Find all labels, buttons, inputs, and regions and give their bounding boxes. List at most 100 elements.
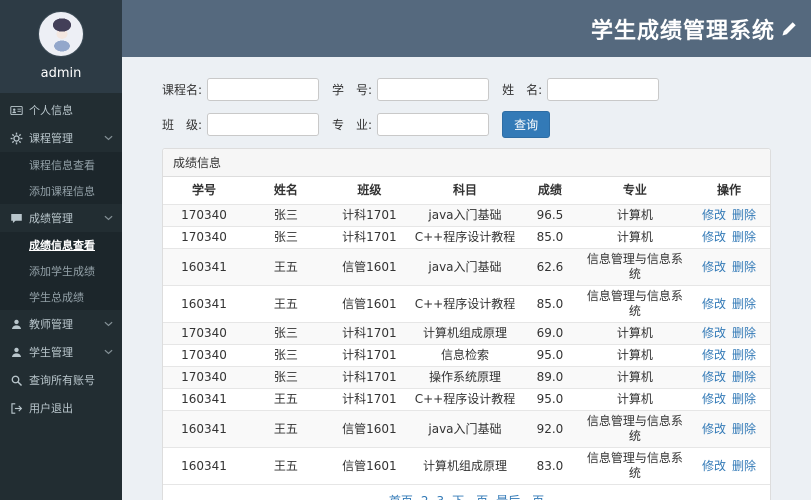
pagination-link[interactable]: 3 bbox=[436, 494, 444, 500]
table-cell-actions: 修改 删除 bbox=[688, 285, 770, 323]
table-row: 160341 王五 信管1601 java入门基础 92.0 信息管理与信息系统 修改 删除 bbox=[163, 410, 770, 448]
sidebar-item-logout[interactable]: 用户退出 bbox=[0, 394, 122, 422]
table-cell-actions: 修改 删除 bbox=[688, 410, 770, 448]
sidebar-item-label: 课程管理 bbox=[29, 132, 73, 145]
delete-link[interactable]: 删除 bbox=[732, 459, 756, 473]
table-cell-actions: 修改 删除 bbox=[688, 447, 770, 485]
column-header: 成绩 bbox=[518, 177, 582, 205]
class-input[interactable] bbox=[207, 113, 320, 136]
table-cell: 计科1701 bbox=[326, 344, 412, 367]
delete-link[interactable]: 删除 bbox=[732, 392, 756, 406]
main-area: 学生成绩管理系统 课程名: 学 号: 姓 名: 班 级: 专 业: 查询 成绩信… bbox=[122, 0, 811, 500]
delete-link[interactable]: 删除 bbox=[732, 370, 756, 384]
table-cell: 85.0 bbox=[518, 285, 582, 323]
delete-link[interactable]: 删除 bbox=[732, 208, 756, 222]
table-cell: 170340 bbox=[163, 322, 245, 345]
table-cell: 王五 bbox=[244, 447, 327, 485]
table-cell: 计算机 bbox=[581, 226, 689, 249]
table-cell: 信息检索 bbox=[411, 344, 519, 367]
table-cell: 信管1601 bbox=[326, 248, 412, 286]
delete-link[interactable]: 删除 bbox=[732, 230, 756, 244]
sidebar-subitem[interactable]: 课程信息查看 bbox=[0, 152, 122, 178]
sidebar-subitem[interactable]: 成绩信息查看 bbox=[0, 232, 122, 258]
chevron-down-icon bbox=[104, 135, 113, 141]
edit-link[interactable]: 修改 bbox=[702, 260, 726, 274]
table-cell: 信息管理与信息系统 bbox=[581, 447, 689, 485]
username: admin bbox=[40, 66, 82, 81]
edit-link[interactable]: 修改 bbox=[702, 348, 726, 362]
pagination-link[interactable]: 2 bbox=[421, 494, 429, 500]
table-cell: 计科1701 bbox=[326, 366, 412, 389]
id-card-icon bbox=[9, 103, 23, 117]
table-cell-actions: 修改 删除 bbox=[688, 344, 770, 367]
table-cell-actions: 修改 删除 bbox=[688, 388, 770, 411]
table-cell-actions: 修改 删除 bbox=[688, 322, 770, 345]
edit-link[interactable]: 修改 bbox=[702, 392, 726, 406]
table-cell: java入门基础 bbox=[411, 204, 519, 227]
grades-table-header-row: 学号 姓名 班级 科目 成绩 专业 操作 bbox=[163, 177, 770, 205]
grades-table-body: 170340 张三 计科1701 java入门基础 96.5 计算机 修改 删除 170340 张… bbox=[163, 204, 770, 485]
table-row: 170340 张三 计科1701 操作系统原理 89.0 计算机 修改 删除 bbox=[163, 366, 770, 389]
gear-icon bbox=[9, 131, 23, 145]
major-input[interactable] bbox=[377, 113, 490, 136]
delete-link[interactable]: 删除 bbox=[732, 422, 756, 436]
edit-link[interactable]: 修改 bbox=[702, 422, 726, 436]
edit-link[interactable]: 修改 bbox=[702, 230, 726, 244]
pagination-link[interactable]: 首页 bbox=[389, 494, 413, 500]
table-cell: C++程序设计教程 bbox=[411, 285, 519, 323]
sidebar-item-personal-info[interactable]: 个人信息 bbox=[0, 96, 122, 124]
column-header: 专业 bbox=[581, 177, 689, 205]
table-cell: 96.5 bbox=[518, 204, 582, 227]
table-cell: 160341 bbox=[163, 285, 245, 323]
sidebar-item-student-management[interactable]: 学生管理 bbox=[0, 338, 122, 366]
query-button[interactable]: 查询 bbox=[502, 111, 551, 138]
name-label: 姓 名: bbox=[502, 83, 543, 97]
delete-link[interactable]: 删除 bbox=[732, 348, 756, 362]
column-header: 操作 bbox=[688, 177, 770, 205]
pagination-link[interactable]: 最后一页 bbox=[496, 494, 544, 500]
sidebar-subitem[interactable]: 学生总成绩 bbox=[0, 284, 122, 310]
sidebar-subitem[interactable]: 添加课程信息 bbox=[0, 178, 122, 204]
avatar bbox=[38, 11, 84, 57]
teacher-icon bbox=[9, 317, 23, 331]
chevron-down-icon bbox=[104, 215, 113, 221]
name-input[interactable] bbox=[547, 78, 660, 101]
edit-link[interactable]: 修改 bbox=[702, 370, 726, 384]
chevron-down-icon bbox=[104, 349, 113, 355]
student-id-label: 学 号: bbox=[332, 83, 373, 97]
table-cell: 张三 bbox=[244, 204, 327, 227]
sidebar-item-course-management[interactable]: 课程管理 bbox=[0, 124, 122, 152]
table-cell: 信管1601 bbox=[326, 285, 412, 323]
grades-table: 学号 姓名 班级 科目 成绩 专业 操作 170340 张三 计科1701 java入门基础 96.… bbox=[163, 177, 770, 485]
edit-link[interactable]: 修改 bbox=[702, 297, 726, 311]
table-cell: 信息管理与信息系统 bbox=[581, 248, 689, 286]
edit-link[interactable]: 修改 bbox=[702, 459, 726, 473]
table-cell: 计算机组成原理 bbox=[411, 447, 519, 485]
delete-link[interactable]: 删除 bbox=[732, 297, 756, 311]
table-cell: 160341 bbox=[163, 410, 245, 448]
sidebar-item-teacher-management[interactable]: 教师管理 bbox=[0, 310, 122, 338]
delete-link[interactable]: 删除 bbox=[732, 326, 756, 340]
student-id-input[interactable] bbox=[377, 78, 490, 101]
search-icon bbox=[9, 373, 23, 387]
table-cell: 62.6 bbox=[518, 248, 582, 286]
table-cell: 160341 bbox=[163, 447, 245, 485]
table-cell: 信息管理与信息系统 bbox=[581, 285, 689, 323]
sidebar-item-query-all-accounts[interactable]: 查询所有账号 bbox=[0, 366, 122, 394]
edit-link[interactable]: 修改 bbox=[702, 208, 726, 222]
search-form: 课程名: 学 号: 姓 名: 班 级: 专 业: 查询 bbox=[162, 78, 771, 138]
table-cell-actions: 修改 删除 bbox=[688, 204, 770, 227]
delete-link[interactable]: 删除 bbox=[732, 260, 756, 274]
search-form-row-2: 班 级: 专 业: 查询 bbox=[162, 111, 771, 138]
table-cell: 95.0 bbox=[518, 344, 582, 367]
table-cell: 160341 bbox=[163, 248, 245, 286]
edit-link[interactable]: 修改 bbox=[702, 326, 726, 340]
sidebar-item-label: 查询所有账号 bbox=[29, 374, 95, 387]
sidebar-subitem[interactable]: 添加学生成绩 bbox=[0, 258, 122, 284]
app-window: admin 个人信息课程管理课程信息查看 添加课程信息 成绩管理 成绩信息查看 添加学生… bbox=[0, 0, 811, 500]
table-cell: 92.0 bbox=[518, 410, 582, 448]
pagination-link[interactable]: 下一页 bbox=[452, 494, 488, 500]
course-name-input[interactable] bbox=[207, 78, 320, 101]
sidebar-item-grade-management[interactable]: 成绩管理 bbox=[0, 204, 122, 232]
table-cell: 170340 bbox=[163, 204, 245, 227]
